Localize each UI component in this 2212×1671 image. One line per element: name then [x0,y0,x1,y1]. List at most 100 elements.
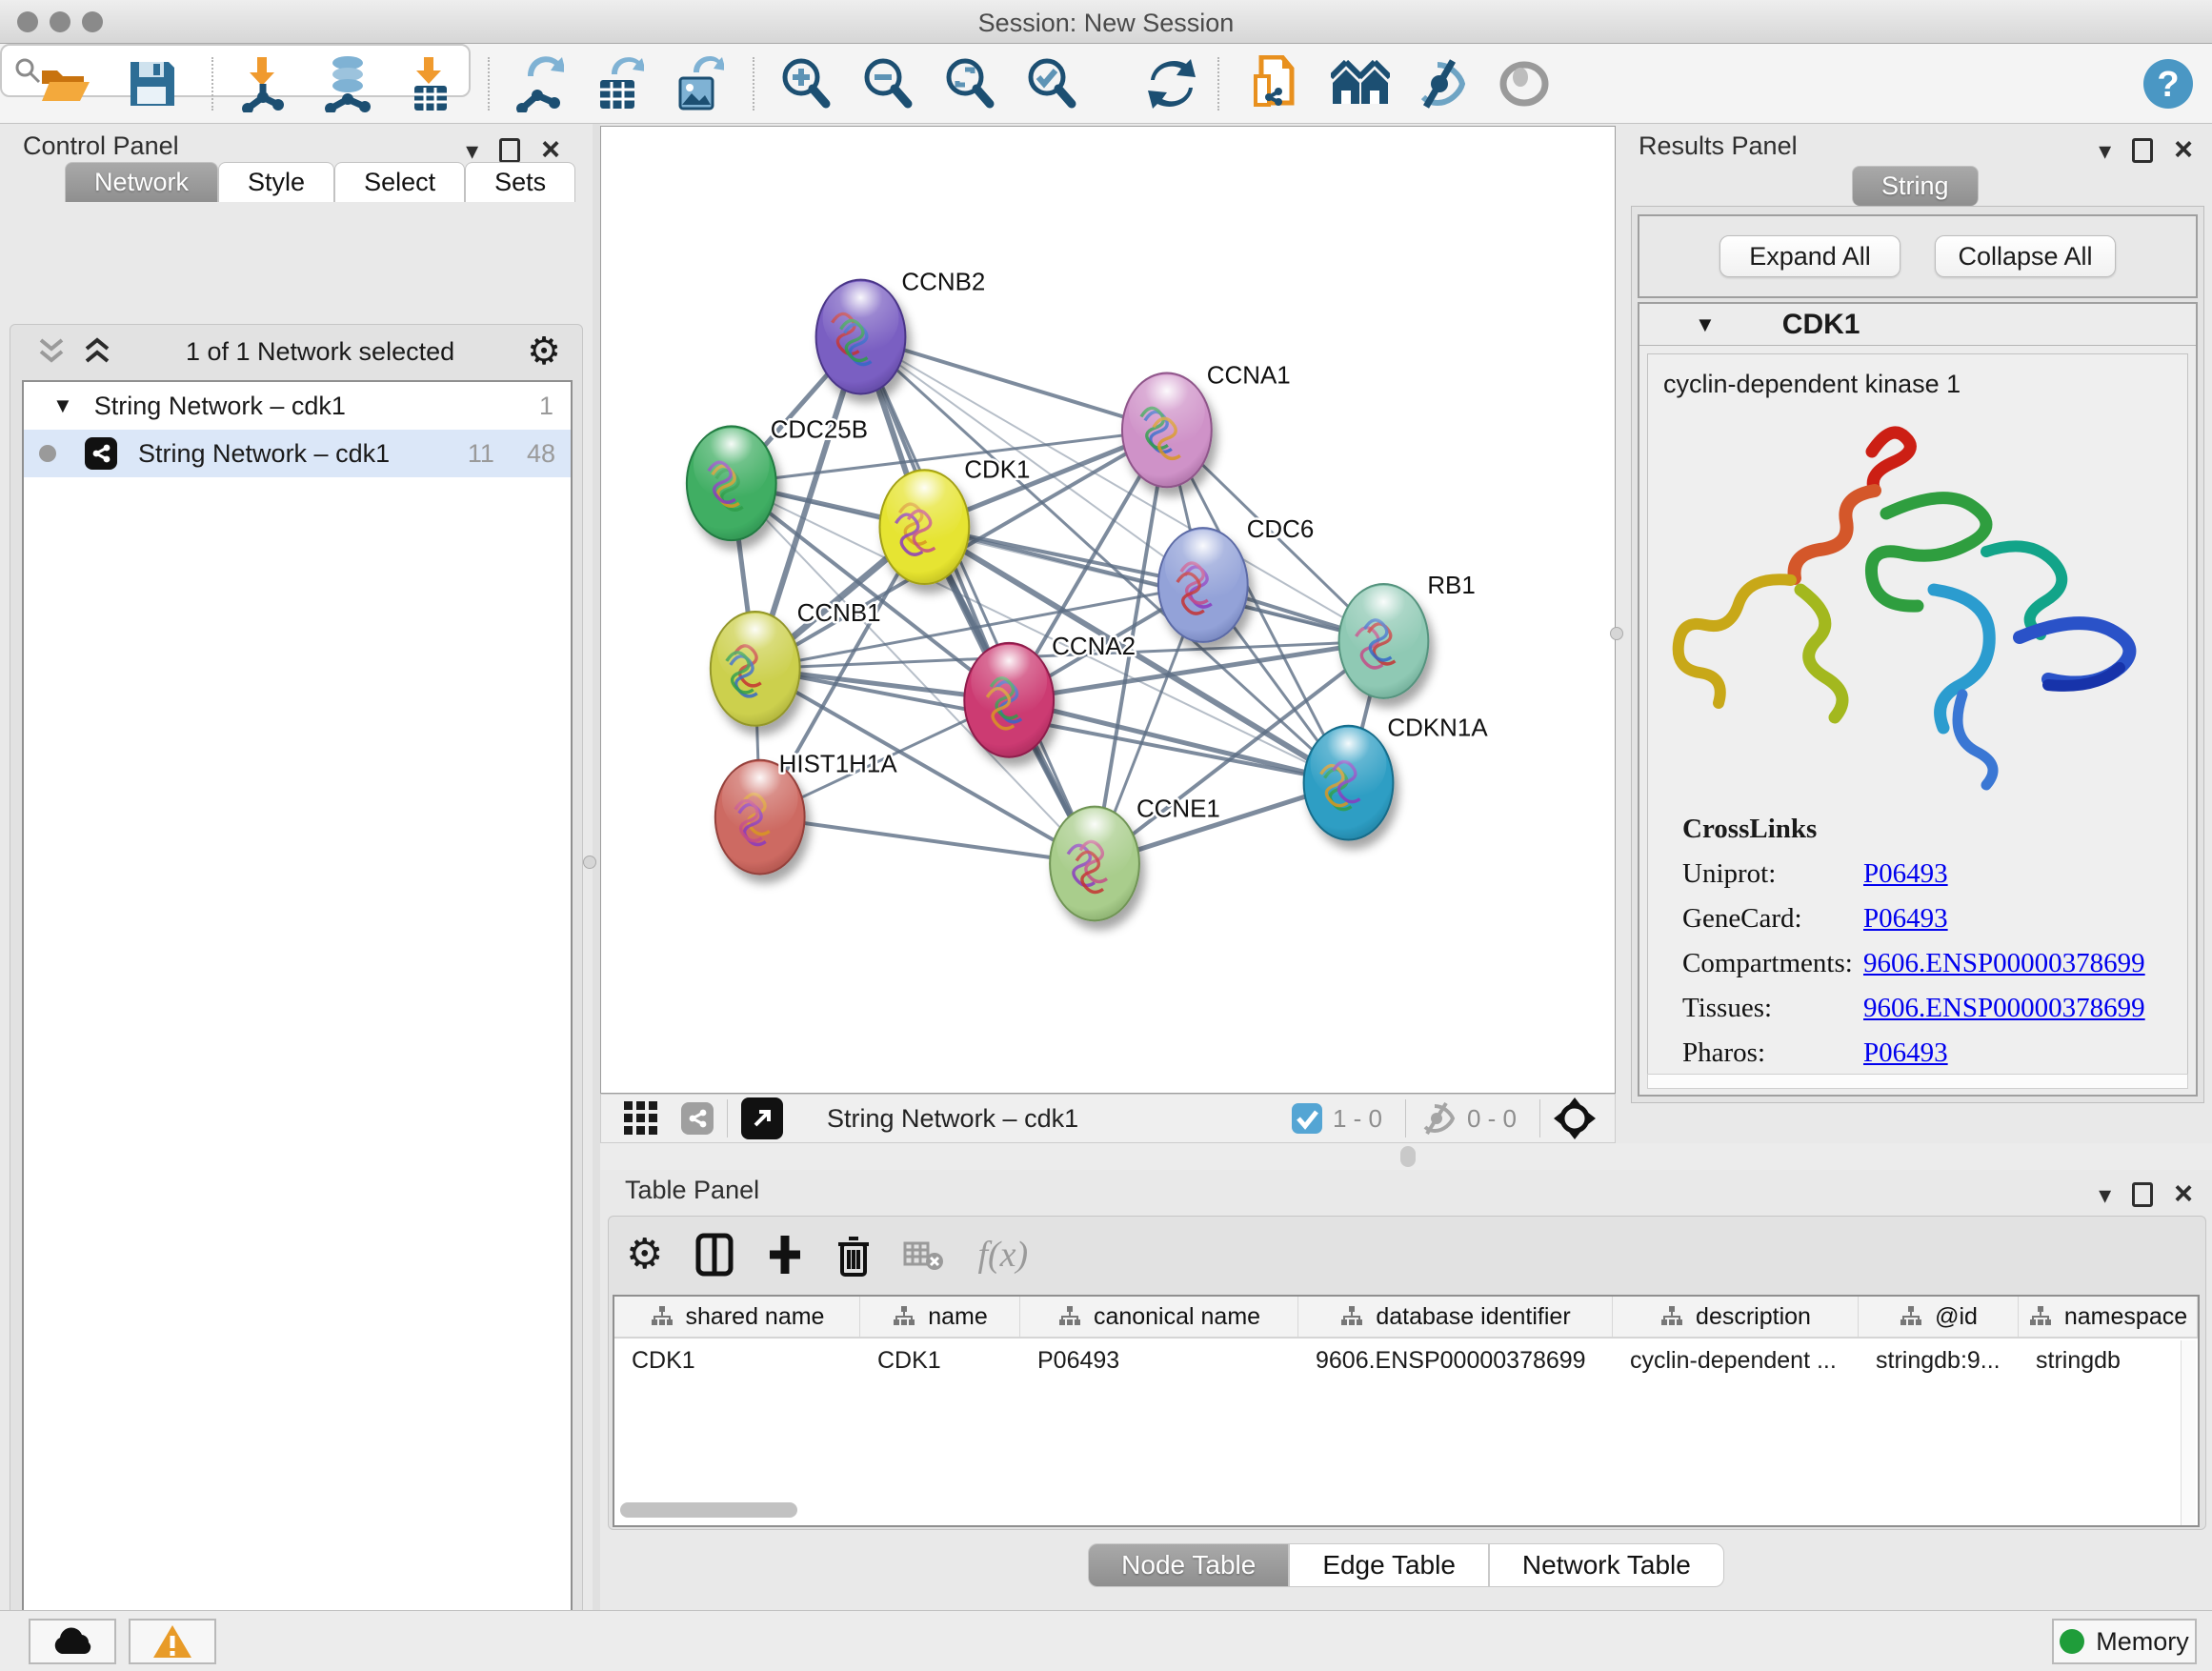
results-panel-close-button[interactable]: × [2174,131,2193,169]
selected-checkbox-icon[interactable] [1291,1102,1323,1135]
delete-column-icon[interactable] [836,1233,871,1277]
edge-CCNB2-CCNA1[interactable] [861,337,1167,431]
cell-description[interactable]: cyclin-dependent ... [1613,1347,1859,1375]
zoom-in-button[interactable] [774,51,838,116]
network-row[interactable]: String Network – cdk1 11 48 [24,430,571,477]
table-panel-float-button[interactable] [2132,1182,2153,1207]
network-options-gear-icon[interactable]: ⚙ [527,332,561,371]
first-neighbors-button[interactable] [1328,51,1393,116]
cell-shared-name[interactable]: CDK1 [614,1347,860,1375]
network-node-CDKN1A[interactable]: CDKN1A [1304,715,1489,840]
cell-name[interactable]: CDK1 [860,1347,1020,1375]
cloud-status-button[interactable] [29,1619,116,1664]
network-node-HIST1H1A[interactable]: HIST1H1A [715,752,898,875]
apply-layout-button[interactable] [1139,51,1204,116]
left-splitter-handle[interactable] [583,856,596,869]
column-header-shared-name[interactable]: shared name [614,1297,860,1337]
crosslink-row: Tissues:9606.ENSP00000378699 [1682,993,2187,1024]
column-type-icon [1899,1305,1923,1328]
expand-all-tree-icon[interactable] [81,336,113,367]
control-panel-menu-button[interactable]: ▾ [466,138,478,163]
column-header-label: shared name [686,1303,825,1331]
crosslink-link[interactable]: P06493 [1863,1037,1948,1069]
tab-select[interactable]: Select [334,162,465,202]
column-type-icon [892,1305,916,1328]
cell-canonical-name[interactable]: P06493 [1020,1347,1298,1375]
table-options-gear-icon[interactable]: ⚙ [626,1234,663,1276]
column-header-canonical-name[interactable]: canonical name [1020,1297,1298,1337]
collapse-all-tree-icon[interactable] [35,336,68,367]
open-in-window-icon[interactable] [741,1097,783,1139]
tab-style[interactable]: Style [218,162,334,202]
tab-string[interactable]: String [1852,166,1979,206]
cell-namespace[interactable]: stringdb [2019,1347,2198,1375]
network-node-CCNE1[interactable]: CCNE1 [1050,796,1220,921]
collection-expand-icon[interactable]: ▼ [52,393,73,418]
tab-node-table[interactable]: Node Table [1088,1543,1289,1587]
horizontal-splitter[interactable] [600,1143,2212,1170]
export-network-button[interactable] [505,51,570,116]
node-table[interactable]: shared name namecanonical namedatabase id… [613,1295,2200,1527]
results-scrollbar[interactable] [1647,1074,2188,1089]
network-badge-icon[interactable] [681,1102,714,1135]
tab-network[interactable]: Network [65,162,218,202]
column-type-icon [1659,1305,1684,1328]
zoom-selected-button[interactable] [1019,51,1084,116]
cell-database-identifier[interactable]: 9606.ENSP00000378699 [1298,1347,1613,1375]
show-all-button[interactable] [1492,51,1557,116]
show-columns-icon[interactable] [695,1233,734,1277]
column-header-name[interactable]: name [860,1297,1020,1337]
crosslink-link[interactable]: 9606.ENSP00000378699 [1863,948,2145,979]
table-horizontal-scrollbar[interactable] [620,1502,797,1518]
column-header-database-identifier[interactable]: database identifier [1298,1297,1613,1337]
title-bar: Session: New Session [0,0,2212,44]
zoom-out-button[interactable] [855,51,920,116]
network-node-CDC6[interactable]: CDC6 [1158,516,1314,642]
grid-view-icon[interactable] [622,1099,660,1137]
export-image-button[interactable] [667,51,732,116]
crosslink-link[interactable]: P06493 [1863,903,1948,935]
column-header--id[interactable]: @id [1859,1297,2019,1337]
tab-sets[interactable]: Sets [465,162,575,202]
results-panel-float-button[interactable] [2132,138,2153,163]
collapse-all-button[interactable]: Collapse All [1935,235,2116,277]
results-panel-menu-button[interactable]: ▾ [2099,138,2111,163]
table-row[interactable]: CDK1CDK1P064939606.ENSP00000378699cyclin… [614,1339,2198,1382]
edge-CCNB2-CCNE1[interactable] [861,337,1096,864]
memory-button[interactable]: Memory [2052,1619,2197,1664]
open-session-button[interactable] [32,51,97,116]
table-panel-menu-button[interactable]: ▾ [2099,1182,2111,1207]
cell--id[interactable]: stringdb:9... [1859,1347,2019,1375]
warnings-button[interactable] [129,1619,216,1664]
crosslink-link[interactable]: 9606.ENSP00000378699 [1863,993,2145,1024]
new-network-from-selection-button[interactable] [1244,51,1309,116]
edge-CCNE1-HIST1H1A[interactable] [760,817,1095,864]
add-column-icon[interactable] [766,1234,804,1276]
crosslink-link[interactable]: P06493 [1863,858,1948,890]
import-network-file-button[interactable] [229,51,293,116]
tab-network-table[interactable]: Network Table [1489,1543,1724,1587]
entry-collapse-icon[interactable]: ▼ [1695,312,1716,337]
column-type-icon [2028,1305,2053,1328]
control-panel-float-button[interactable] [499,138,520,163]
string-network-icon [85,437,117,470]
table-panel-close-button[interactable]: × [2174,1176,2193,1213]
hide-selected-button[interactable] [1410,51,1475,116]
column-header-description[interactable]: description [1613,1297,1859,1337]
export-table-button[interactable] [587,51,652,116]
column-header-namespace[interactable]: namespace [2019,1297,2198,1337]
save-session-button[interactable] [120,51,185,116]
import-table-button[interactable] [398,51,463,116]
table-vertical-scrollbar[interactable] [2181,1340,2196,1527]
right-splitter-handle[interactable] [1610,627,1623,640]
birds-eye-toggle-icon[interactable] [1554,1097,1596,1139]
zoom-fit-button[interactable] [937,51,1002,116]
splitter-handle[interactable] [1400,1146,1416,1167]
import-network-database-button[interactable] [314,51,379,116]
help-button[interactable]: ? [2136,51,2201,116]
expand-all-button[interactable]: Expand All [1719,235,1900,277]
network-node-RB1[interactable]: RB1 [1339,573,1476,698]
network-canvas[interactable]: CCNB2CCNA1CDC25BCDK1CDC6RB1CCNB1CCNA2CDK… [600,126,1616,1094]
tab-edge-table[interactable]: Edge Table [1289,1543,1489,1587]
network-collection-row[interactable]: ▼ String Network – cdk1 1 [24,382,571,430]
